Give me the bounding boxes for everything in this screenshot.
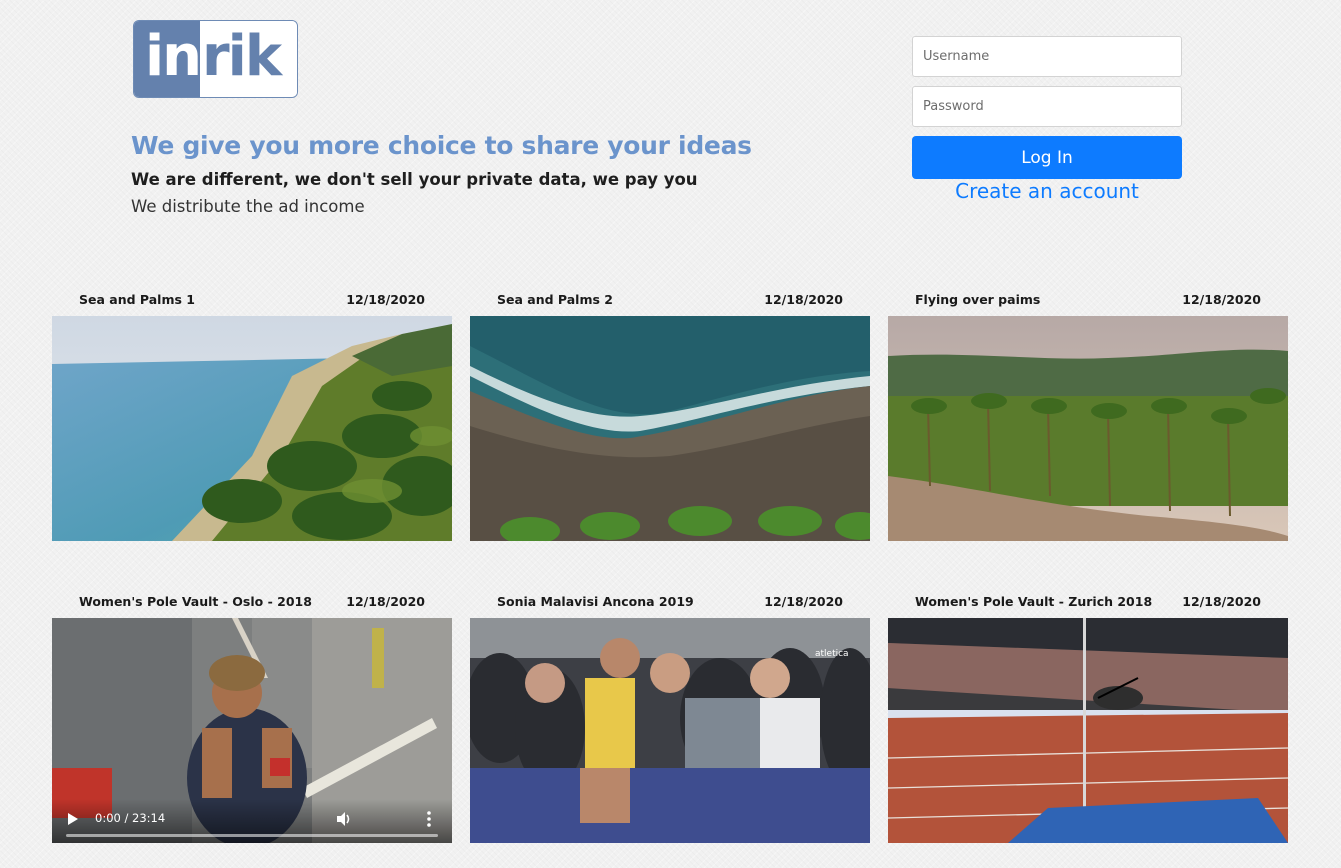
video-title[interactable]: Women's Pole Vault - Oslo - 2018 [79, 594, 312, 609]
video-meta: Flying over paims 12/18/2020 [888, 292, 1288, 312]
video-title[interactable]: Sea and Palms 2 [497, 292, 613, 307]
password-input[interactable] [912, 86, 1182, 127]
video-title[interactable]: Women's Pole Vault - Zurich 2018 [915, 594, 1152, 609]
create-account-link[interactable]: Create an account [912, 179, 1182, 203]
video-date: 12/18/2020 [346, 292, 425, 307]
more-vertical-icon[interactable] [426, 810, 432, 828]
video-thumbnail[interactable] [52, 316, 452, 541]
beach-palms-image [52, 316, 452, 541]
video-meta: Sonia Malavisi Ancona 2019 12/18/2020 [470, 594, 870, 614]
video-thumbnail[interactable] [470, 316, 870, 541]
logo-text-in: in [134, 21, 202, 97]
video-time: 0:00 / 23:14 [95, 811, 166, 825]
video-thumbnail[interactable] [888, 618, 1288, 843]
svg-text:atletica: atletica [815, 649, 849, 659]
aerial-shore-image [470, 316, 870, 541]
subtext: We distribute the ad income [131, 197, 365, 216]
video-title[interactable]: Flying over paims [915, 292, 1040, 307]
video-player[interactable]: 0:00 / 23:14 [52, 618, 452, 843]
video-title[interactable]: Sonia Malavisi Ancona 2019 [497, 594, 694, 609]
video-meta: Sea and Palms 2 12/18/2020 [470, 292, 870, 312]
video-thumbnail[interactable]: atletica [470, 618, 870, 843]
video-date: 12/18/2020 [764, 292, 843, 307]
tagline: We give you more choice to share your id… [131, 131, 752, 160]
subtagline: We are different, we don't sell your pri… [131, 170, 698, 189]
login-button[interactable]: Log In [912, 136, 1182, 179]
video-date: 12/18/2020 [764, 594, 843, 609]
username-input[interactable] [912, 36, 1182, 77]
logo-text-rik: rik [200, 21, 297, 97]
video-meta: Sea and Palms 1 12/18/2020 [52, 292, 452, 312]
video-meta: Women's Pole Vault - Zurich 2018 12/18/2… [888, 594, 1288, 614]
video-title[interactable]: Sea and Palms 1 [79, 292, 195, 307]
video-progress-bar[interactable] [66, 834, 438, 837]
video-date: 12/18/2020 [1182, 594, 1261, 609]
stadium-pole-vault-image [888, 618, 1288, 843]
site-logo[interactable]: in rik [133, 20, 298, 98]
video-date: 12/18/2020 [346, 594, 425, 609]
volume-icon[interactable] [336, 811, 352, 827]
video-thumbnail[interactable] [888, 316, 1288, 541]
palm-plantation-image [888, 316, 1288, 541]
video-controls: 0:00 / 23:14 [52, 799, 452, 843]
video-date: 12/18/2020 [1182, 292, 1261, 307]
play-icon[interactable] [68, 813, 78, 825]
athlete-crowd-image: atletica [470, 618, 870, 843]
video-meta: Women's Pole Vault - Oslo - 2018 12/18/2… [52, 594, 452, 614]
